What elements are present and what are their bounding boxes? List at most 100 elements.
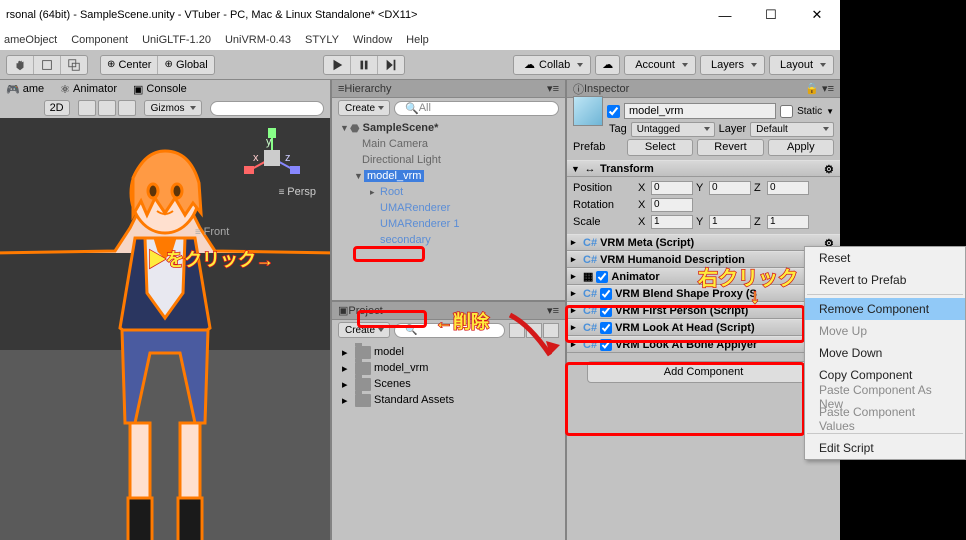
inspector-options-button[interactable]: 🔒 ▾≡ (805, 82, 834, 95)
component-gear-icon[interactable]: ⚙ (824, 163, 836, 175)
gameobject-header: Static▼ Tag Untagged Layer Default Prefa… (567, 98, 840, 160)
scale-z-field[interactable] (767, 215, 809, 229)
scale-y-field[interactable] (709, 215, 751, 229)
filter-button[interactable] (509, 323, 525, 338)
menu-gameobject[interactable]: ameObject (4, 34, 57, 46)
hierarchy-item[interactable]: Directional Light (332, 152, 565, 168)
hierarchy-item-secondary[interactable]: secondary (332, 232, 565, 248)
prefab-apply-button[interactable]: Apply (768, 139, 834, 156)
main-area: 🎮ame ⚛Animator ▣Console a 2D Gizmos (0, 80, 840, 540)
project-create-button[interactable]: Create (338, 322, 390, 338)
pivot-global-button[interactable]: ⊕ Global (158, 56, 213, 74)
scene-view[interactable]: y x z ≡ Persp ≡ Front (0, 118, 330, 540)
hierarchy-item[interactable]: ▸Root (332, 184, 565, 200)
project-options-button[interactable]: ▾≡ (547, 304, 559, 317)
orientation-gizmo[interactable]: y x z (242, 128, 302, 188)
cloud-button[interactable]: ☁ (596, 56, 619, 74)
transform-component-header[interactable]: ▼↔ Transform ⚙ (567, 160, 840, 177)
position-z-field[interactable] (767, 181, 809, 195)
component-animator[interactable]: ▸▦Animator (567, 268, 840, 285)
hand-tool-button[interactable] (7, 56, 34, 74)
collab-dropdown[interactable]: ☁Collab (513, 55, 591, 75)
rotation-x-field[interactable] (651, 198, 693, 212)
menu-window[interactable]: Window (353, 34, 392, 46)
audio-toggle[interactable] (98, 100, 116, 116)
project-search[interactable]: 🔍 (394, 323, 505, 338)
play-button[interactable] (324, 56, 351, 74)
component-vrm-lookatbone[interactable]: ▸C#VRM Look At Bone Applyer (567, 336, 840, 353)
play-controls (323, 55, 405, 75)
hierarchy-options-button[interactable]: ▾≡ (547, 82, 559, 95)
tab-console[interactable]: ▣Console (133, 83, 187, 96)
hierarchy-create-button[interactable]: Create (338, 100, 390, 116)
pivot-center-button[interactable]: ⊕ Center (101, 56, 158, 74)
add-component-button[interactable]: Add Component (587, 361, 820, 383)
menu-unigltf[interactable]: UniGLTF-1.20 (142, 34, 211, 46)
maximize-button[interactable]: ☐ (748, 0, 794, 30)
hierarchy-item[interactable]: UMARenderer (332, 200, 565, 216)
tag-dropdown[interactable]: Untagged (631, 122, 715, 137)
gameobject-icon[interactable] (573, 96, 603, 126)
filter-button[interactable] (543, 323, 559, 338)
project-folder[interactable]: ▸model_vrm (332, 360, 565, 376)
context-revert-prefab[interactable]: Revert to Prefab (805, 269, 965, 291)
menu-univrm[interactable]: UniVRM-0.43 (225, 34, 291, 46)
fx-toggle[interactable] (118, 100, 136, 116)
component-vrm-blendshape[interactable]: ▸C#VRM Blend Shape Proxy (S (567, 285, 840, 302)
static-checkbox[interactable] (780, 105, 793, 118)
context-reset[interactable]: Reset (805, 247, 965, 269)
project-folder[interactable]: ▸Scenes (332, 376, 565, 392)
hierarchy-item-selected[interactable]: ▼model_vrm (332, 168, 565, 184)
lighting-toggle[interactable] (78, 100, 96, 116)
gameobject-active-toggle[interactable] (607, 105, 620, 118)
context-move-down[interactable]: Move Down (805, 342, 965, 364)
menu-styly[interactable]: STYLY (305, 34, 339, 46)
middle-column: ≡ Hierarchy ▾≡ Create 🔍All ▼⬣SampleScene… (330, 80, 565, 540)
scene-row[interactable]: ▼⬣SampleScene* (332, 120, 565, 136)
2d-toggle[interactable]: 2D (44, 100, 70, 116)
context-edit-script[interactable]: Edit Script (805, 437, 965, 459)
scene-search[interactable] (210, 101, 324, 116)
layer-dropdown[interactable]: Default (750, 122, 834, 137)
rect-tool-button[interactable] (34, 56, 61, 74)
hierarchy-item[interactable]: UMARenderer 1 (332, 216, 565, 232)
position-y-field[interactable] (709, 181, 751, 195)
context-remove-component[interactable]: Remove Component (805, 298, 965, 320)
context-paste-values: Paste Component Values (805, 408, 965, 430)
inspector-title: Inspector (584, 83, 629, 95)
account-dropdown[interactable]: Account (624, 55, 696, 75)
prefab-select-button[interactable]: Select (627, 139, 693, 156)
menu-help[interactable]: Help (406, 34, 429, 46)
component-vrm-lookathead[interactable]: ▸C#VRM Look At Head (Script) (567, 319, 840, 336)
hierarchy-item[interactable]: Main Camera (332, 136, 565, 152)
filter-button[interactable] (526, 323, 542, 338)
component-vrm-firstperson[interactable]: ▸C#VRM First Person (Script) (567, 302, 840, 319)
project-folder[interactable]: ▸Standard Assets (332, 392, 565, 408)
prefab-revert-button[interactable]: Revert (697, 139, 763, 156)
component-vrm-humanoid[interactable]: ▸C#VRM Humanoid Description (567, 251, 840, 268)
project-tree[interactable]: ▸model ▸model_vrm ▸Scenes ▸Standard Asse… (332, 340, 565, 540)
layout-dropdown[interactable]: Layout (769, 55, 834, 75)
folder-icon (355, 362, 371, 375)
tab-game[interactable]: 🎮ame (6, 83, 44, 96)
project-folder[interactable]: ▸model (332, 344, 565, 360)
pause-button[interactable] (351, 56, 378, 74)
position-x-field[interactable] (651, 181, 693, 195)
scale-x-field[interactable] (651, 215, 693, 229)
menu-component[interactable]: Component (71, 34, 128, 46)
combined-tool-button[interactable] (61, 56, 87, 74)
gizmos-dropdown[interactable]: Gizmos (144, 100, 202, 116)
tab-animator[interactable]: ⚛Animator (60, 83, 117, 96)
gameobject-name-field[interactable] (624, 103, 776, 119)
front-label: ≡ Front (195, 226, 229, 238)
component-vrm-meta[interactable]: ▸C#VRM Meta (Script)⚙ (567, 234, 840, 251)
step-button[interactable] (378, 56, 404, 74)
hierarchy-header: ≡ Hierarchy ▾≡ (332, 80, 565, 98)
hierarchy-search[interactable]: 🔍All (394, 101, 559, 116)
close-button[interactable]: ✕ (794, 0, 840, 30)
hierarchy-tree[interactable]: ▼⬣SampleScene* Main Camera Directional L… (332, 118, 565, 300)
layers-dropdown[interactable]: Layers (700, 55, 765, 75)
minimize-button[interactable]: — (702, 0, 748, 30)
transform-body: Position X Y Z Rotation X Scale X Y Z (567, 177, 840, 234)
svg-text:z: z (285, 152, 291, 164)
